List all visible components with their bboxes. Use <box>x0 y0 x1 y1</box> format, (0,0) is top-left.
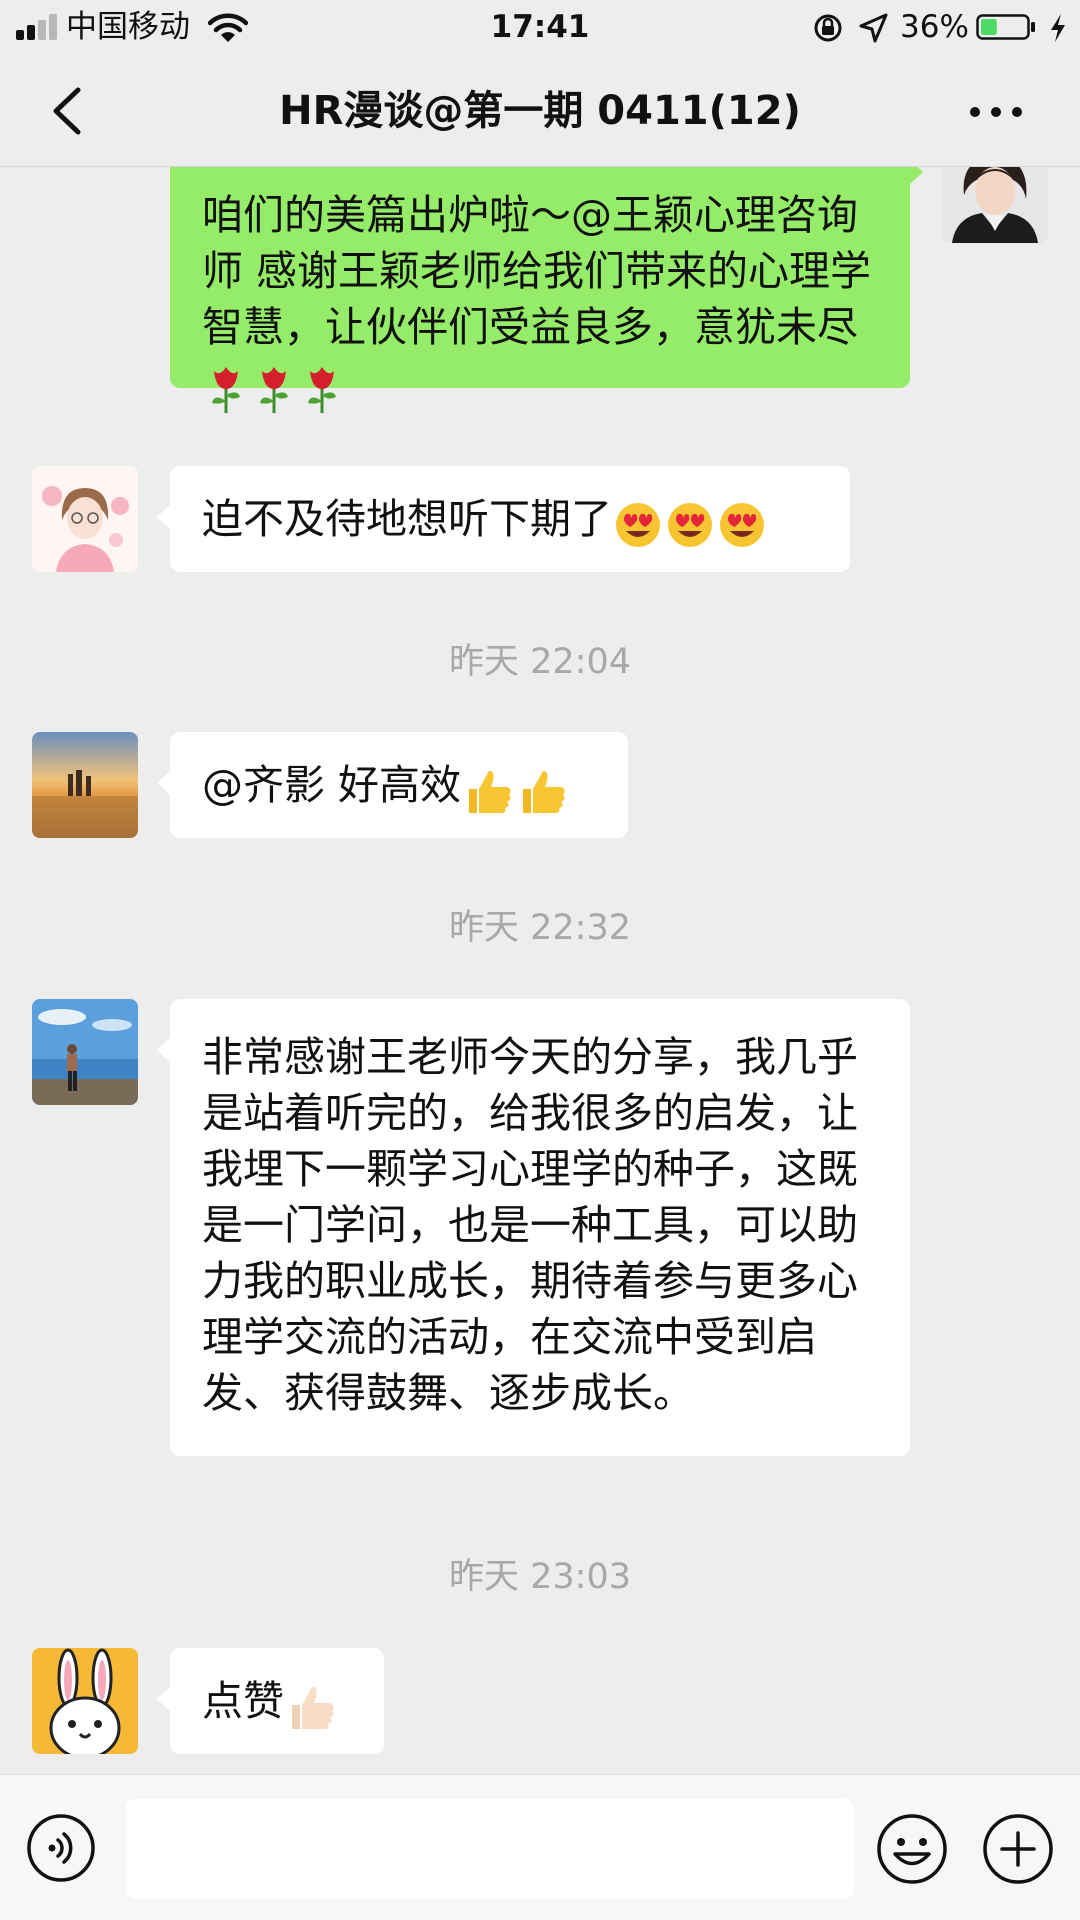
message-bubble[interactable]: 点赞 <box>157 1648 384 1754</box>
message-bubble[interactable]: @齐影 好高效 <box>157 732 628 838</box>
own-message-bubble[interactable]: 咱们的美篇出炉啦～@王颖心理咨询师 感谢王颖老师给我们带来的心理学智慧，让伙伴们… <box>170 167 923 413</box>
status-bar: 中国移动 17:41 36% <box>0 0 1080 56</box>
sender-avatar[interactable] <box>32 1648 138 1754</box>
heart-eyes-emoji-icon <box>720 503 764 547</box>
message-text: 点赞 <box>202 1677 284 1725</box>
more-dots-icon[interactable] <box>968 96 1024 126</box>
timestamp: 昨天 22:32 <box>449 908 631 948</box>
heart-eyes-emoji-icon <box>668 503 712 547</box>
rotation-lock-icon <box>814 14 842 42</box>
back-chevron-icon[interactable] <box>44 84 94 138</box>
thumbs-up-emoji-group <box>284 1676 338 1733</box>
heart-eyes-emoji-group <box>612 494 768 550</box>
timestamp: 昨天 22:04 <box>449 642 631 682</box>
charging-bolt-icon <box>1051 14 1065 42</box>
sender-avatar[interactable] <box>32 999 138 1105</box>
message-text: 迫不及待地想听下期了 <box>202 495 612 543</box>
message-input[interactable] <box>126 1799 854 1899</box>
message-bubble[interactable]: 迫不及待地想听下期了 <box>157 466 850 572</box>
thumbs-up-emoji-icon <box>523 770 565 813</box>
own-avatar[interactable] <box>942 167 1048 243</box>
message-list[interactable]: 咱们的美篇出炉啦～@王颖心理咨询师 感谢王颖老师给我们带来的心理学智慧，让伙伴们… <box>0 167 1080 1774</box>
input-bar <box>0 1774 1080 1920</box>
message-bubble[interactable]: 非常感谢王老师今天的分享，我几乎是站着听完的，给我很多的启发，让我埋下一颗学习心… <box>157 999 910 1456</box>
sender-avatar[interactable] <box>32 732 138 838</box>
rose-icon <box>308 366 336 413</box>
message-text: @齐影 好高效 <box>202 761 462 809</box>
battery-percent: 36% <box>900 9 969 45</box>
nav-bar: HR漫谈@第一期 0411(12) <box>0 56 1080 167</box>
rose-icon <box>260 366 288 413</box>
message-text: 咱们的美篇出炉啦～@王颖心理咨询师 感谢王颖老师给我们带来的心理学智慧，让伙伴们… <box>202 191 872 351</box>
voice-icon[interactable] <box>26 1813 96 1883</box>
plus-circle-icon[interactable] <box>982 1813 1054 1885</box>
location-arrow-icon <box>859 13 888 43</box>
rose-emoji-group <box>202 358 346 415</box>
heart-eyes-emoji-icon <box>616 503 660 547</box>
chat-title: HR漫谈@第一期 0411(12) <box>279 88 801 134</box>
message-text: 非常感谢王老师今天的分享，我几乎是站着听完的，给我很多的启发，让我埋下一颗学习心… <box>202 1033 858 1417</box>
thumbs-up-light-emoji-icon <box>292 1686 334 1729</box>
timestamp: 昨天 23:03 <box>449 1557 631 1597</box>
battery-icon <box>976 14 1035 40</box>
thumbs-up-emoji-group <box>461 760 569 817</box>
emoji-face-icon[interactable] <box>876 1813 948 1885</box>
sender-avatar[interactable] <box>32 466 138 572</box>
thumbs-up-emoji-icon <box>469 770 511 813</box>
rose-icon <box>212 366 240 413</box>
chat-screen: 中国移动 17:41 36% HR漫谈@第一期 0411(12) 咱们的美篇出炉… <box>0 0 1080 1920</box>
